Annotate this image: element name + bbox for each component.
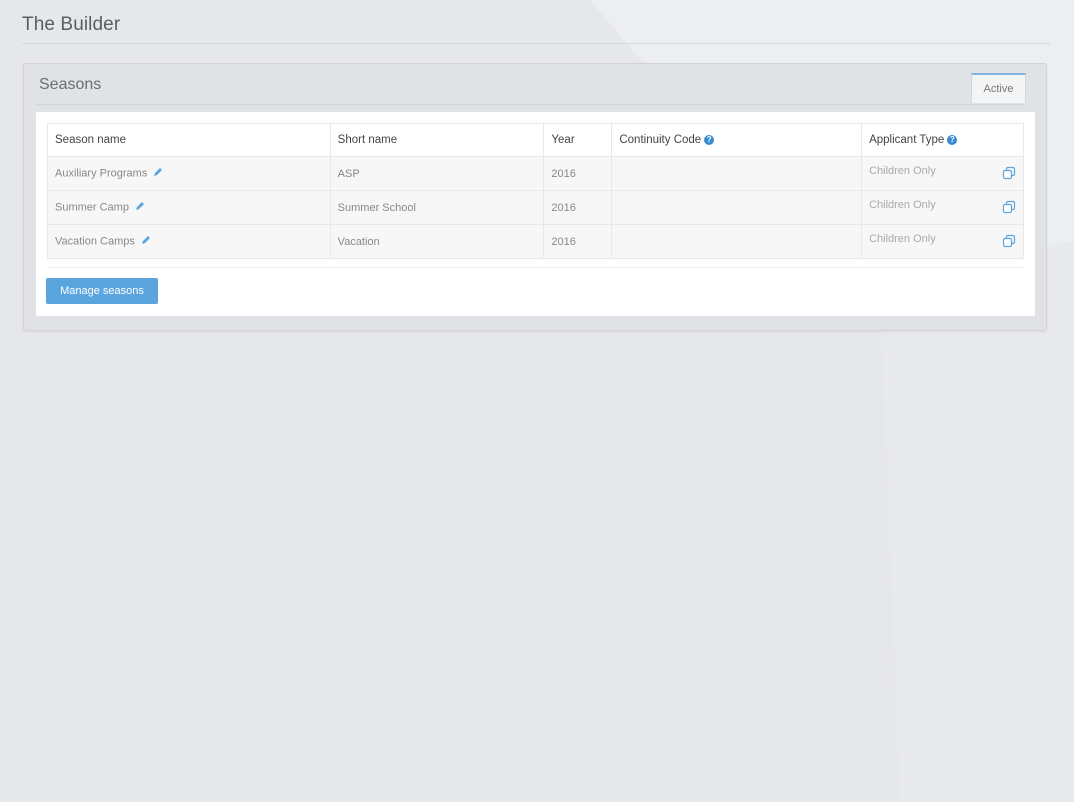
column-header-continuity-code: Continuity Code? [611, 123, 863, 157]
copy-icon[interactable] [1002, 166, 1016, 183]
panel-body: Season name Short name Year Continuity C… [36, 112, 1035, 316]
table-header-row: Season name Short name Year Continuity C… [47, 123, 1024, 157]
panel-title: Seasons [39, 76, 102, 93]
continuity-code-cell [611, 224, 863, 259]
manage-seasons-button[interactable]: Manage seasons [46, 278, 158, 304]
year-cell: 2016 [543, 156, 613, 191]
season-name-cell: Vacation Camps [47, 224, 331, 259]
short-name-cell: Summer School [329, 190, 545, 225]
column-header-applicant-type: Applicant Type? [861, 123, 1024, 157]
applicant-type-cell: Children Only [861, 190, 1024, 225]
season-name-cell: Auxiliary Programs [47, 156, 331, 191]
page-header: The Builder [22, 12, 1050, 44]
seasons-table: Season name Short name Year Continuity C… [47, 123, 1024, 259]
help-icon[interactable]: ? [947, 134, 958, 145]
page-title: The Builder [22, 14, 121, 35]
help-icon[interactable]: ? [704, 134, 715, 145]
year-cell: 2016 [543, 190, 613, 225]
tab-active[interactable]: Active [971, 73, 1026, 103]
season-name-cell: Summer Camp [47, 190, 331, 225]
continuity-code-cell [611, 190, 863, 225]
column-header-year[interactable]: Year [543, 123, 613, 157]
applicant-type-cell: Children Only [861, 156, 1024, 191]
table-row: Auxiliary Programs ASP 2016 Children Onl… [47, 156, 1024, 191]
applicant-type-cell: Children Only [861, 224, 1024, 259]
continuity-code-cell [611, 156, 863, 191]
panel-divider [36, 104, 1026, 105]
year-cell: 2016 [543, 224, 613, 259]
pencil-icon[interactable] [141, 235, 151, 248]
seasons-panel: Seasons Active Season name Short name Ye… [23, 63, 1047, 331]
panel-header: Seasons Active [24, 64, 1046, 104]
table-row: Vacation Camps Vacation 2016 Children On… [47, 224, 1024, 259]
copy-icon[interactable] [1002, 234, 1016, 251]
divider [47, 267, 1024, 268]
column-header-season-name[interactable]: Season name [47, 123, 331, 157]
column-header-short-name[interactable]: Short name [329, 123, 545, 157]
short-name-cell: ASP [329, 156, 545, 191]
pencil-icon[interactable] [153, 167, 163, 180]
short-name-cell: Vacation [329, 224, 545, 259]
pencil-icon[interactable] [135, 201, 145, 214]
table-row: Summer Camp Summer School 2016 Children … [47, 190, 1024, 225]
copy-icon[interactable] [1002, 200, 1016, 217]
